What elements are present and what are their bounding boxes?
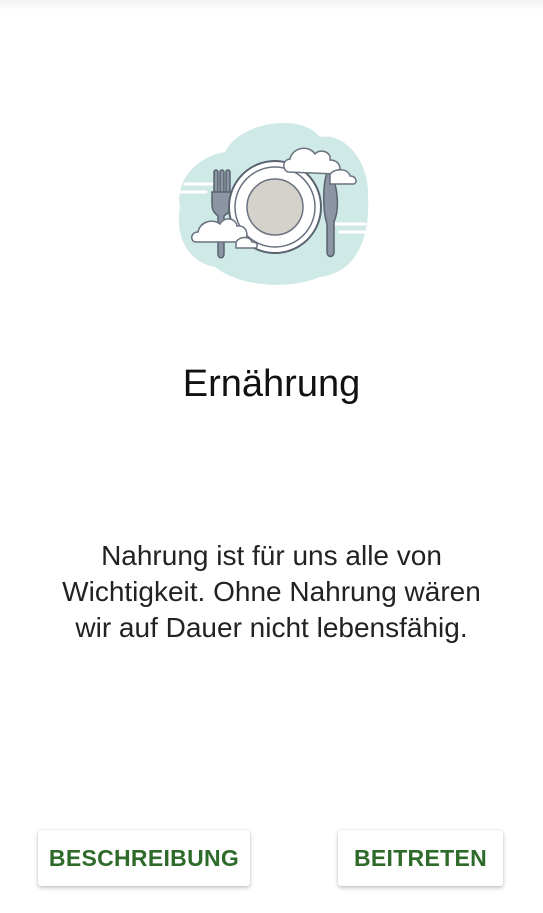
description-button[interactable]: BESCHREIBUNG xyxy=(38,830,250,886)
plate-fork-knife-icon xyxy=(170,112,375,292)
status-bar-shadow xyxy=(0,0,543,10)
join-button[interactable]: BEITRETEN xyxy=(338,830,503,886)
description-text: Nahrung ist für uns alle von Wichtigkeit… xyxy=(62,540,481,643)
page-title: Ernährung xyxy=(182,363,361,405)
screen: Ernährung Nahrung ist für uns alle von W… xyxy=(0,0,543,913)
